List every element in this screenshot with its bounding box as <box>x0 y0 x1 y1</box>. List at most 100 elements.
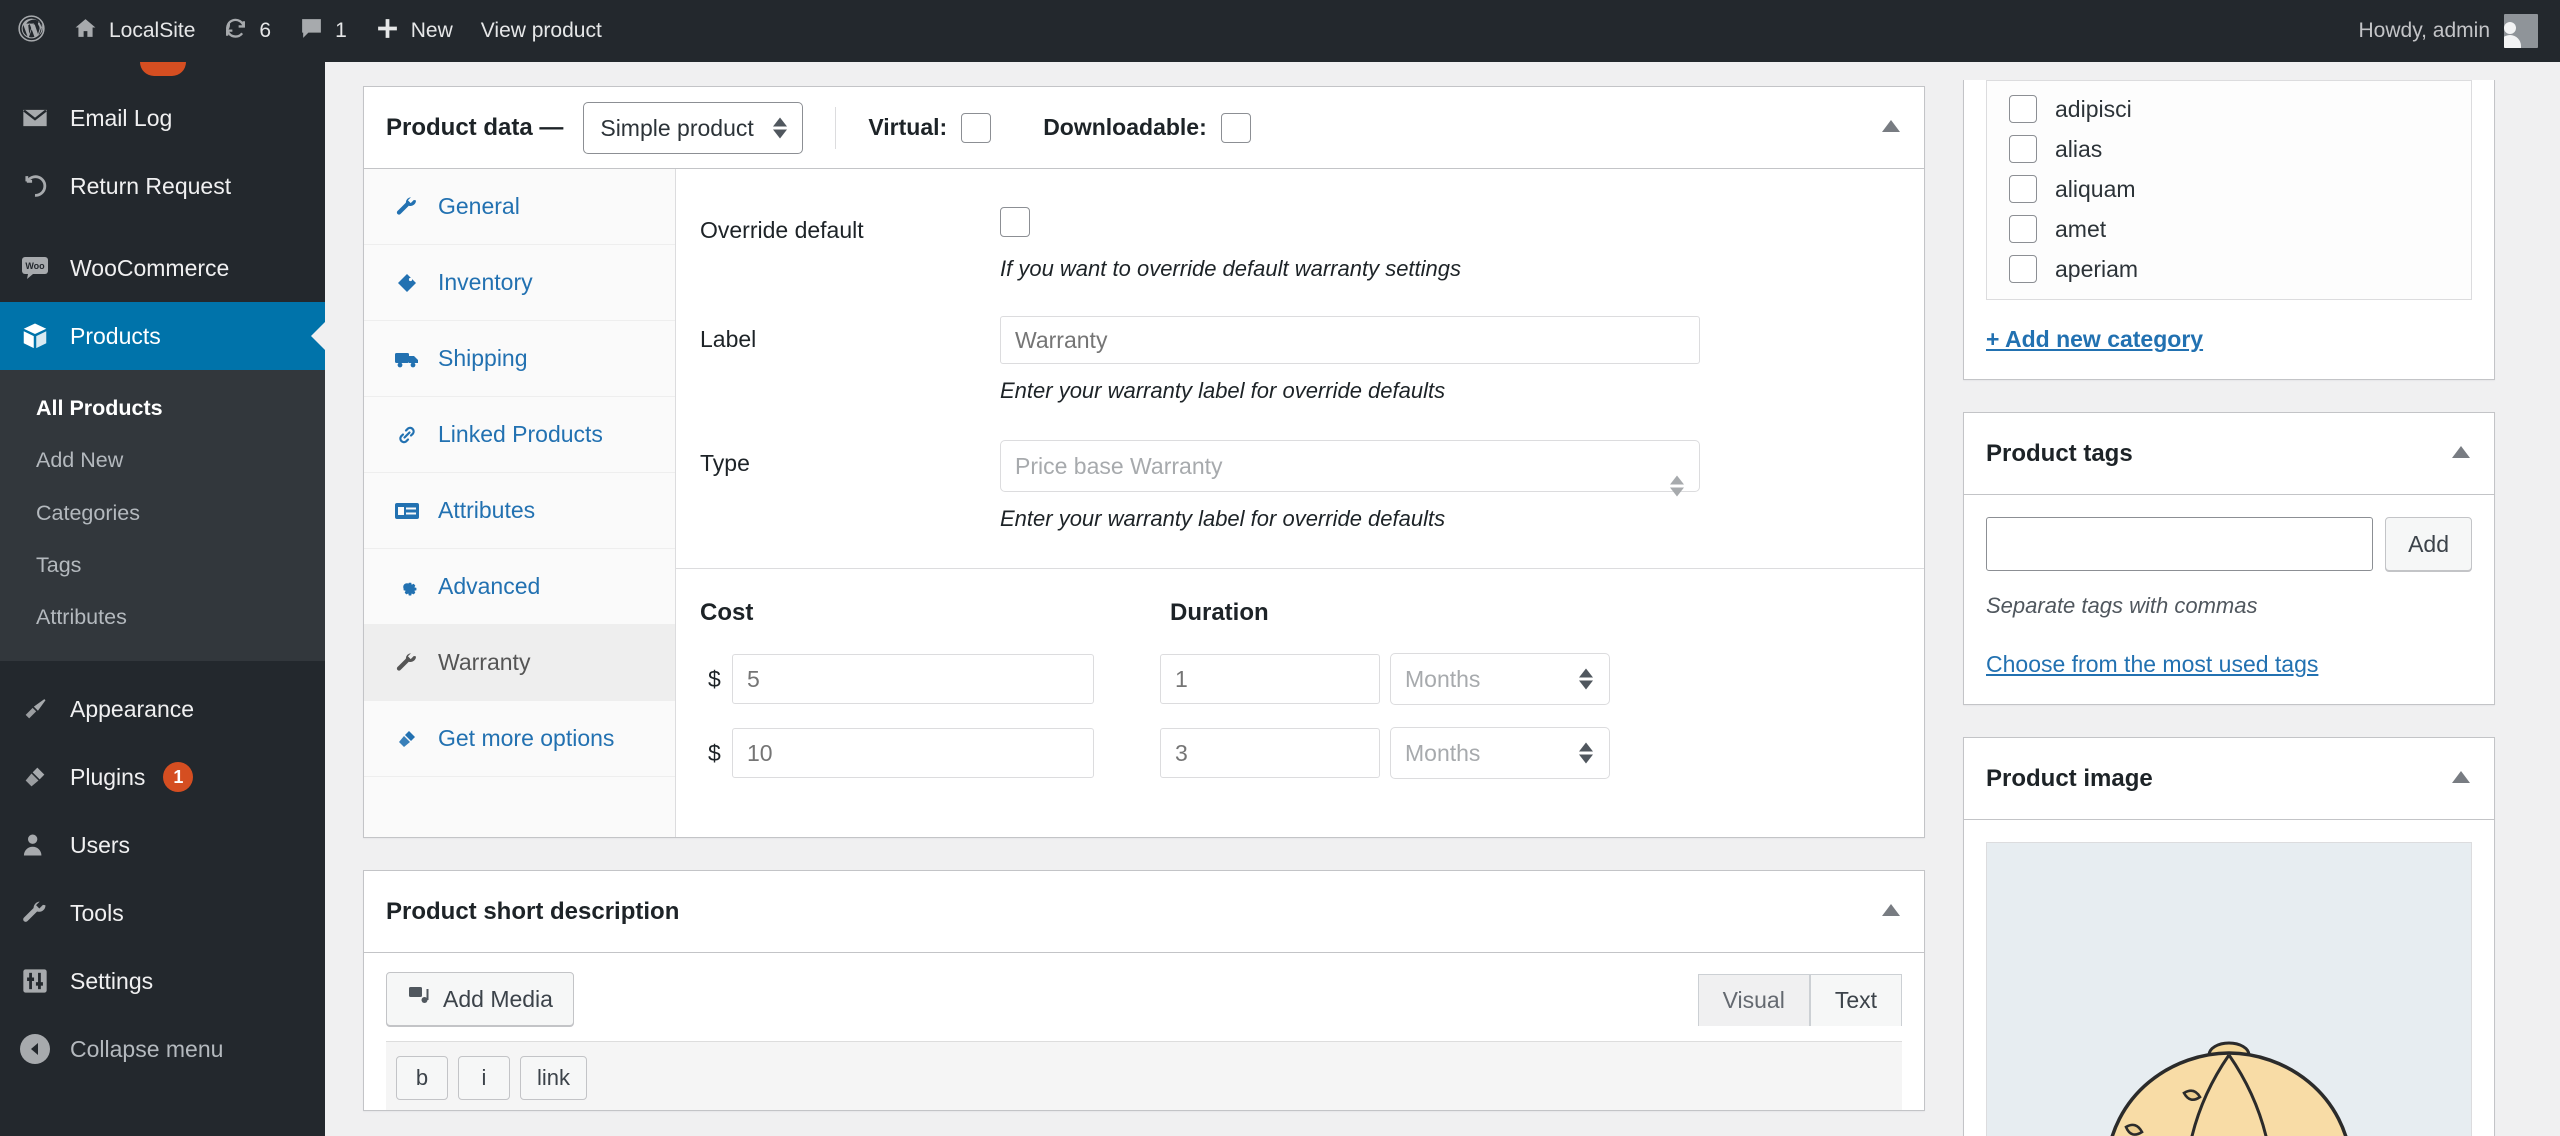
new-tag-input[interactable] <box>1986 517 2374 571</box>
product-image-collapse-toggle[interactable] <box>2450 770 2472 787</box>
category-checklist[interactable]: adipisci alias aliquam amet aperiam <box>1986 80 2472 300</box>
cost-input[interactable] <box>732 728 1094 778</box>
duration-input[interactable] <box>1160 654 1380 704</box>
gear-icon <box>392 575 422 599</box>
wp-logo-menu[interactable] <box>0 0 59 62</box>
category-list-item[interactable]: aliquam <box>1987 169 2471 209</box>
tab-warranty[interactable]: Warranty <box>364 625 675 701</box>
tab-inventory[interactable]: Inventory <box>364 245 675 321</box>
add-media-button[interactable]: Add Media <box>386 972 574 1026</box>
my-account-menu[interactable]: Howdy, admin <box>2359 14 2560 48</box>
comment-bubble-icon <box>299 16 324 47</box>
product-categories-postbox: adipisci alias aliquam amet aperiam + Ad… <box>1963 80 2495 380</box>
site-name-menu[interactable]: LocalSite <box>59 0 209 62</box>
sidebar-item-return-request[interactable]: Return Request <box>0 152 325 220</box>
warranty-type-select[interactable]: Price base Warranty <box>1000 440 1700 497</box>
category-checkbox[interactable] <box>2009 95 2037 123</box>
sidebar-item-attributes[interactable]: Attributes <box>0 591 325 643</box>
product-tags-collapse-toggle[interactable] <box>2450 445 2472 462</box>
short-description-postbox: Product short description Add Media Visu… <box>363 870 1925 1111</box>
product-data-collapse-toggle[interactable] <box>1880 119 1902 136</box>
category-checkbox[interactable] <box>2009 135 2037 163</box>
wrench-icon <box>392 651 422 675</box>
category-checkbox[interactable] <box>2009 175 2037 203</box>
undo-arrow-icon <box>18 172 52 200</box>
add-new-category-link[interactable]: + Add new category <box>1986 326 2203 353</box>
collapse-menu-button[interactable]: Collapse menu <box>0 1015 325 1083</box>
quicktag-link-button[interactable]: link <box>520 1056 588 1100</box>
sidebar-item-appearance[interactable]: Appearance <box>0 675 325 743</box>
override-default-label: Override default <box>700 217 864 243</box>
quicktag-italic-button[interactable]: i <box>458 1056 510 1100</box>
tab-linked-products[interactable]: Linked Products <box>364 397 675 473</box>
downloadable-checkbox-group[interactable]: Downloadable: <box>1043 112 1251 143</box>
virtual-checkbox[interactable] <box>961 112 992 143</box>
tab-label: Advanced <box>438 573 541 599</box>
category-list-item[interactable]: aperiam <box>1987 249 2471 289</box>
cost-heading: Cost <box>700 599 754 626</box>
sidebar-item-categories[interactable]: Categories <box>0 487 325 539</box>
product-image-thumbnail[interactable] <box>1986 842 2472 1136</box>
category-list-item[interactable]: amet <box>1987 209 2471 249</box>
wordpress-logo-icon <box>18 14 45 48</box>
tab-get-more-options[interactable]: Get more options <box>364 701 675 777</box>
override-default-row: Override default If you want to override… <box>676 199 1924 290</box>
sidebar-item-products[interactable]: Products <box>0 302 325 370</box>
quicktag-bold-button[interactable]: b <box>396 1056 448 1100</box>
duration-unit-select[interactable]: Months <box>1390 653 1610 705</box>
sidebar-item-tags[interactable]: Tags <box>0 539 325 591</box>
duration-unit-value: Months <box>1405 739 1481 766</box>
comments-menu[interactable]: 1 <box>285 0 361 62</box>
virtual-label: Virtual: <box>868 114 948 140</box>
add-tag-button[interactable]: Add <box>2385 517 2472 571</box>
product-type-select[interactable]: Simple product <box>583 101 804 154</box>
override-default-checkbox[interactable] <box>1000 207 1030 237</box>
short-description-title: Product short description <box>386 897 680 925</box>
tab-advanced[interactable]: Advanced <box>364 549 675 625</box>
tag-entry-row: Add <box>1964 495 2494 571</box>
duration-input[interactable] <box>1160 728 1380 778</box>
category-checkbox[interactable] <box>2009 255 2037 283</box>
updates-menu[interactable]: 6 <box>209 0 285 62</box>
view-product-link[interactable]: View product <box>467 0 616 62</box>
tab-visual[interactable]: Visual <box>1697 974 1810 1026</box>
downloadable-checkbox[interactable] <box>1220 112 1251 143</box>
link-icon <box>392 423 422 447</box>
cap-illustration-icon <box>2110 1041 2348 1136</box>
tab-text[interactable]: Text <box>1809 974 1902 1026</box>
category-checkbox[interactable] <box>2009 215 2037 243</box>
sidebar-item-settings[interactable]: Settings <box>0 947 325 1015</box>
product-image-header: Product image <box>1964 738 2494 820</box>
category-label: adipisci <box>2055 95 2132 122</box>
most-used-tags-link[interactable]: Choose from the most used tags <box>1964 619 2340 704</box>
tab-shipping[interactable]: Shipping <box>364 321 675 397</box>
sidebar-item-label: Plugins <box>70 763 146 790</box>
site-name-label: LocalSite <box>109 19 196 42</box>
category-list-item[interactable]: adipisci <box>1987 89 2471 129</box>
sidebar-item-all-products[interactable]: All Products <box>0 382 325 434</box>
sidebar-item-email-log[interactable]: Email Log <box>0 84 325 152</box>
warranty-cost-duration-section: Cost Duration $ Months <box>676 569 1924 837</box>
duration-unit-select[interactable]: Months <box>1390 727 1610 779</box>
new-content-menu[interactable]: New <box>361 0 467 62</box>
category-label: amet <box>2055 215 2107 242</box>
wrench-icon <box>18 899 52 927</box>
sidebar-item-woocommerce[interactable]: Woo WooCommerce <box>0 234 325 302</box>
tab-general[interactable]: General <box>364 169 675 245</box>
sidebar-item-users[interactable]: Users <box>0 811 325 879</box>
tab-attributes[interactable]: Attributes <box>364 473 675 549</box>
tag-help-text: Separate tags with commas <box>1986 593 2258 618</box>
sidebar-item-tools[interactable]: Tools <box>0 879 325 947</box>
warranty-label-input[interactable] <box>1000 316 1700 364</box>
sidebar-item-plugins[interactable]: Plugins 1 <box>0 743 325 811</box>
sidebar-item-add-new[interactable]: Add New <box>0 434 325 486</box>
tag-icon <box>392 271 422 295</box>
short-description-collapse-toggle[interactable] <box>1880 903 1902 920</box>
plug-icon <box>392 727 422 751</box>
cost-input[interactable] <box>732 654 1094 704</box>
duration-heading: Duration <box>1170 599 1269 626</box>
category-label: alias <box>2055 135 2103 162</box>
virtual-checkbox-group[interactable]: Virtual: <box>868 112 992 143</box>
collapse-menu-label: Collapse menu <box>70 1035 224 1062</box>
category-list-item[interactable]: alias <box>1987 129 2471 169</box>
